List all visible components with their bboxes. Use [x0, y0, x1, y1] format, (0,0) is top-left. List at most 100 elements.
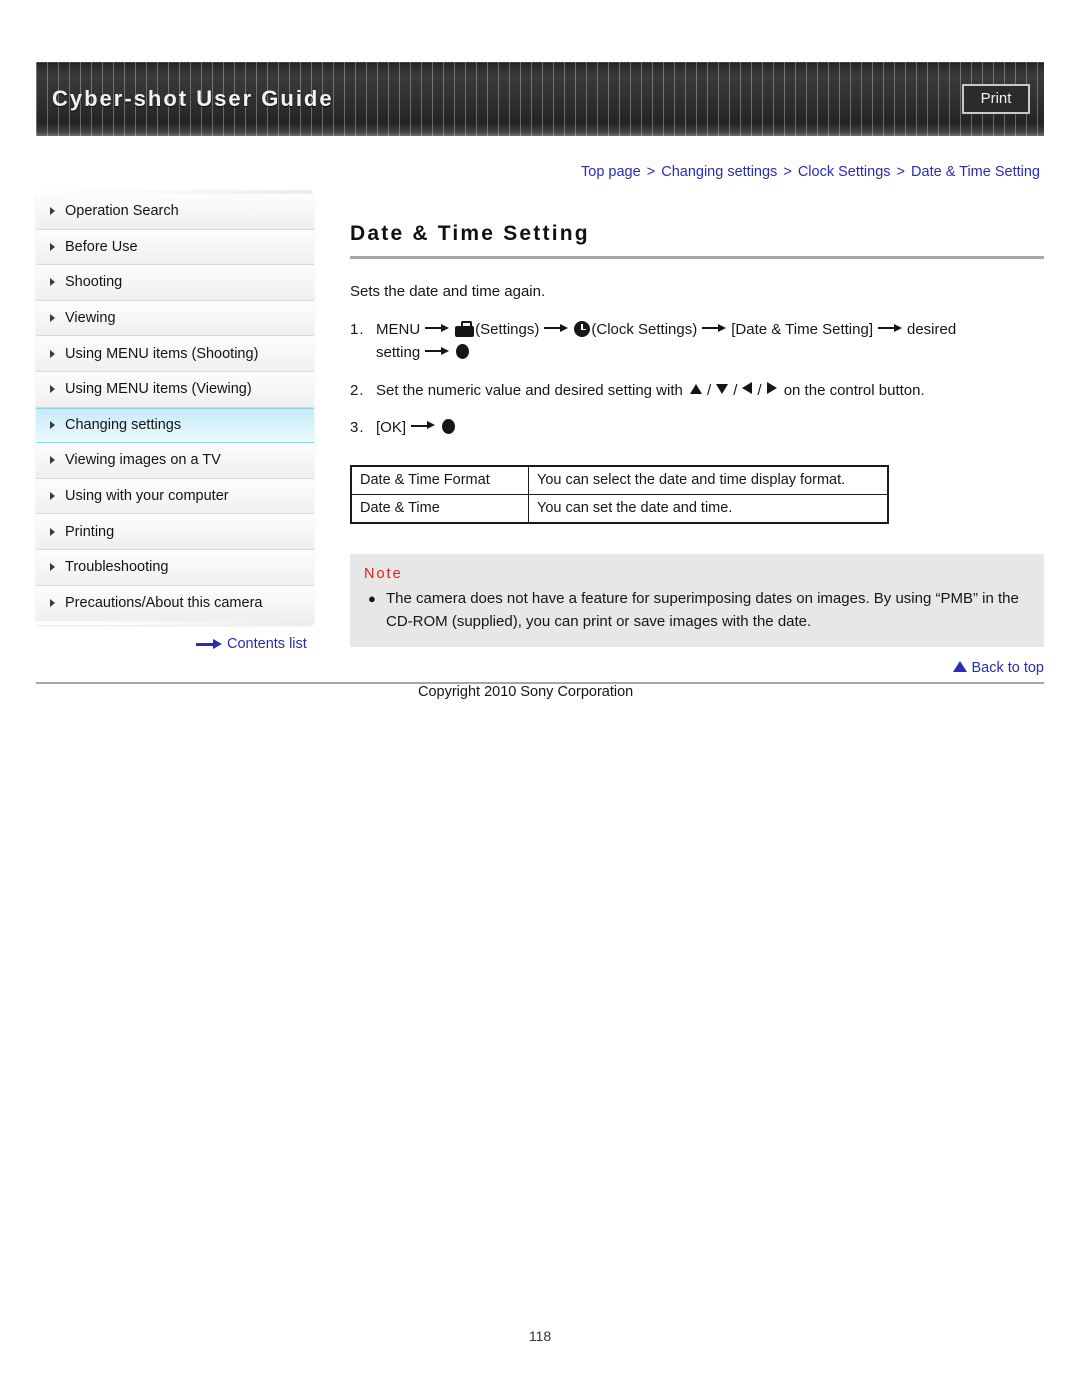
step-number: 2.	[350, 381, 365, 399]
intro-text: Sets the date and time again.	[350, 283, 546, 300]
note-box: Note ● The camera does not have a featur…	[350, 554, 1044, 647]
triangle-bullet-icon	[50, 314, 55, 323]
sidebar-item-before-use[interactable]: Before Use	[36, 229, 314, 266]
slash-separator: /	[707, 381, 712, 399]
triangle-bullet-icon	[50, 278, 55, 287]
table-cell-term: Date & Time	[350, 494, 529, 524]
sidebar-item-label: Changing settings	[65, 417, 182, 434]
arrow-right-icon	[544, 323, 569, 332]
triangle-up-icon	[953, 661, 968, 672]
step-number: 1.	[350, 321, 365, 338]
triangle-bullet-icon	[50, 385, 55, 394]
sidebar-item-using-menu-items-shooting[interactable]: Using MENU items (Shooting)	[36, 336, 314, 372]
sidebar-item-label: Shooting	[65, 274, 123, 291]
title-divider	[350, 256, 1044, 259]
triangle-bullet-icon	[50, 349, 55, 358]
clock-icon	[574, 321, 591, 337]
main-content: Date & Time Setting Sets the date and ti…	[350, 222, 1044, 647]
slash-separator: /	[733, 381, 738, 399]
settings-caption: (Settings)	[475, 321, 540, 338]
triangle-bullet-icon	[50, 421, 55, 430]
down-arrow-icon	[716, 383, 729, 394]
center-button-icon	[442, 418, 456, 434]
arrow-right-icon	[702, 323, 727, 332]
arrow-right-icon	[411, 421, 436, 430]
slash-separator: /	[757, 381, 762, 399]
sidebar-item-label: Before Use	[65, 238, 138, 255]
step-1: 1. MENU (Settings) (Clock Settings) [Date &…	[350, 318, 1044, 365]
sidebar-item-label: Precautions/About this camera	[65, 595, 263, 612]
contents-list-label: Contents list	[227, 636, 307, 652]
triangle-bullet-icon	[50, 599, 55, 608]
breadcrumb-item-date-time-setting[interactable]: Date & Time Setting	[911, 164, 1040, 180]
step-body: [OK]	[376, 416, 1044, 439]
sidebar-item-label: Using MENU items (Shooting)	[65, 345, 259, 362]
sidebar-item-label: Printing	[65, 523, 115, 540]
sidebar-item-label: Troubleshooting	[65, 559, 169, 576]
note-text: The camera does not have a feature for s…	[386, 590, 1019, 630]
triangle-bullet-icon	[50, 242, 55, 251]
table-cell-description: You can set the date and time.	[528, 494, 889, 524]
breadcrumb-separator: >	[646, 164, 656, 180]
center-button-icon	[456, 344, 470, 360]
breadcrumb: Top page > Changing settings > Clock Set…	[581, 164, 1040, 180]
contents-list-link[interactable]: Contents list	[196, 636, 307, 652]
arrow-right-icon	[425, 323, 450, 332]
settings-toolbox-icon	[455, 321, 475, 337]
copyright-text: Copyright 2010 Sony Corporation	[418, 684, 634, 700]
note-item: ● The camera does not have a feature for…	[364, 588, 1030, 633]
triangle-bullet-icon	[50, 207, 55, 216]
arrow-right-icon	[196, 639, 222, 649]
sidebar-item-viewing-images-on-a-tv[interactable]: Viewing images on a TV	[36, 443, 314, 479]
settings-table: Date & Time Format You can select the da…	[350, 465, 889, 524]
table-row: Date & Time You can set the date and tim…	[350, 494, 889, 524]
ok-label: [OK]	[376, 418, 407, 436]
step2-text-before: Set the numeric value and desired settin…	[376, 381, 683, 399]
setting-label: setting	[376, 344, 421, 362]
sidebar-item-label: Viewing images on a TV	[65, 452, 221, 469]
sidebar-item-label: Using MENU items (Viewing)	[65, 381, 252, 398]
sidebar-navigation: Operation Search Before Use Shooting Vie…	[36, 190, 314, 626]
steps-list: 1. MENU (Settings) (Clock Settings) [Date &…	[350, 318, 1044, 439]
up-arrow-icon	[690, 383, 703, 394]
clock-settings-caption: (Clock Settings)	[591, 321, 698, 338]
print-button[interactable]: Print	[962, 84, 1030, 114]
sidebar-item-printing[interactable]: Printing	[36, 514, 314, 550]
triangle-bullet-icon	[50, 563, 55, 572]
back-to-top-label: Back to top	[971, 660, 1044, 676]
bracket-item-label: [Date & Time Setting]	[731, 321, 873, 338]
breadcrumb-item-top-page[interactable]: Top page	[581, 164, 641, 180]
desired-label: desired	[906, 321, 957, 338]
step-body: MENU (Settings) (Clock Settings) [Date & Ti…	[376, 318, 1044, 365]
sidebar-item-shooting[interactable]: Shooting	[36, 265, 314, 301]
sidebar-item-using-menu-items-viewing[interactable]: Using MENU items (Viewing)	[36, 371, 314, 408]
note-heading: Note	[364, 566, 403, 582]
table-row: Date & Time Format You can select the da…	[350, 465, 889, 495]
sidebar-item-label: Operation Search	[65, 203, 179, 220]
sidebar-item-label: Viewing	[65, 310, 116, 327]
sidebar-item-troubleshooting[interactable]: Troubleshooting	[36, 549, 314, 586]
triangle-bullet-icon	[50, 456, 55, 465]
sidebar-item-changing-settings[interactable]: Changing settings	[36, 407, 314, 444]
step-number: 3.	[350, 418, 365, 436]
app-title: Cyber-shot User Guide	[52, 86, 334, 111]
page-number: 118	[528, 1328, 552, 1344]
menu-label: MENU	[376, 321, 421, 338]
sidebar-item-operation-search[interactable]: Operation Search	[36, 194, 314, 230]
right-arrow-icon	[766, 381, 777, 394]
sidebar-item-label: Using with your computer	[65, 488, 229, 505]
step2-text-after: on the control button.	[783, 381, 925, 399]
bullet-icon: ●	[368, 591, 376, 606]
table-cell-term: Date & Time Format	[350, 465, 529, 495]
triangle-bullet-icon	[50, 492, 55, 501]
triangle-bullet-icon	[50, 527, 55, 536]
step-3: 3. [OK]	[350, 416, 1044, 439]
breadcrumb-separator: >	[896, 164, 906, 180]
sidebar-item-viewing[interactable]: Viewing	[36, 300, 314, 337]
arrow-right-icon	[425, 346, 450, 355]
sidebar-item-precautions-about-this-camera[interactable]: Precautions/About this camera	[36, 585, 314, 622]
sidebar-item-using-with-your-computer[interactable]: Using with your computer	[36, 478, 314, 515]
back-to-top-link[interactable]: Back to top	[350, 660, 1044, 676]
breadcrumb-item-changing-settings[interactable]: Changing settings	[661, 164, 777, 180]
breadcrumb-item-clock-settings[interactable]: Clock Settings	[798, 164, 891, 180]
